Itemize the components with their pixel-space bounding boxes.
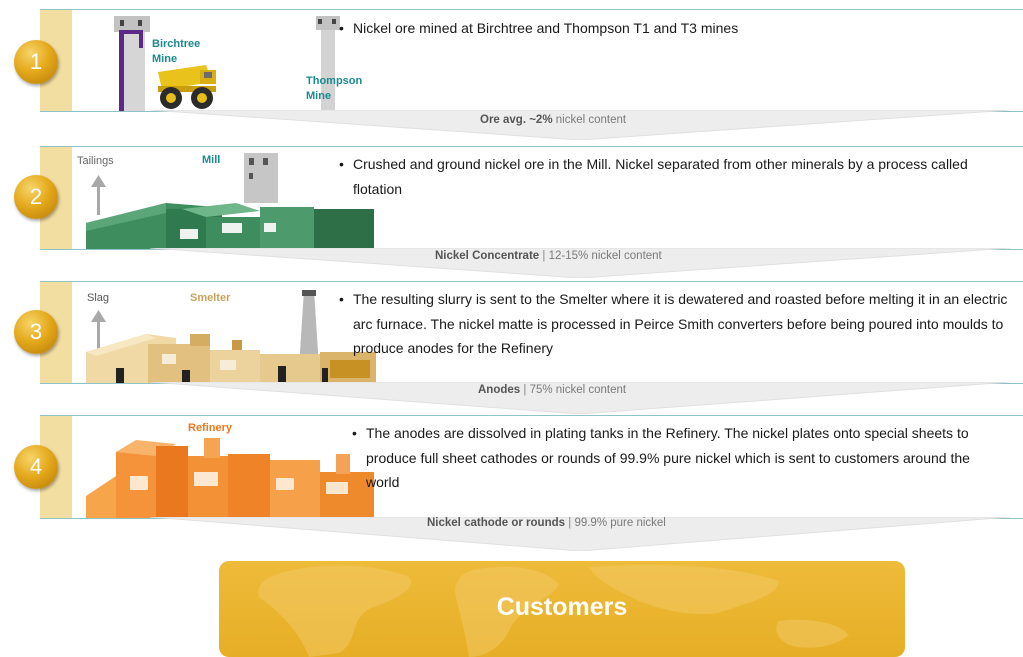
smelter-label: Smelter xyxy=(190,292,231,304)
mine-headframe-icon xyxy=(114,16,150,111)
stage-2-description: • Crushed and ground nickel ore in the M… xyxy=(339,156,968,197)
slag-label: Slag xyxy=(87,292,110,304)
up-arrow-icon xyxy=(91,175,106,215)
stage-3-description: • The resulting slurry is sent to the Sm… xyxy=(339,291,1008,356)
customers-banner: Customers xyxy=(219,561,905,657)
refinery-label: Refinery xyxy=(188,422,233,434)
stage-2-mill: Tailings Mill • Crushed and ground nicke… xyxy=(40,146,1023,250)
stage-4-refinery: Refinery • The anodes are dissolved in p… xyxy=(40,415,1023,519)
tailings-label: Tailings xyxy=(77,155,114,167)
mill-label: Mill xyxy=(202,154,221,166)
haul-truck-icon xyxy=(158,65,216,109)
stage-3-smelter: Slag Smelter • The resulting slurry is s… xyxy=(40,281,1023,384)
smelter-building-icon xyxy=(86,290,376,383)
step-2-badge: 2 xyxy=(14,175,58,219)
birchtree-mine-label: Birchtree Mine xyxy=(152,38,201,65)
stage-1-mining: Birchtree Mine Thompson Mine • Nickel or… xyxy=(40,9,1023,112)
stage-1-description: • Nickel ore mined at Birchtree and Thom… xyxy=(339,20,739,36)
transition-3-label: Anodes | 75% nickel content xyxy=(478,384,627,396)
thompson-mine-label: Thompson Mine xyxy=(306,75,363,102)
stage-4-description: • The anodes are dissolved in plating ta… xyxy=(352,425,970,490)
step-4-badge: 4 xyxy=(14,445,58,489)
mill-building-icon xyxy=(86,153,374,249)
step-3-badge: 3 xyxy=(14,310,58,354)
refinery-building-icon xyxy=(86,438,374,518)
step-1-badge: 1 xyxy=(14,40,58,84)
customers-label: Customers xyxy=(496,593,628,621)
up-arrow-icon xyxy=(91,310,106,352)
refinery-illustration xyxy=(86,438,374,518)
transition-4-label: Nickel cathode or rounds | 99.9% pure ni… xyxy=(427,517,666,529)
transition-1-label: Ore avg. ~2% nickel content xyxy=(480,114,627,126)
transition-2-label: Nickel Concentrate | 12-15% nickel conte… xyxy=(435,250,662,262)
